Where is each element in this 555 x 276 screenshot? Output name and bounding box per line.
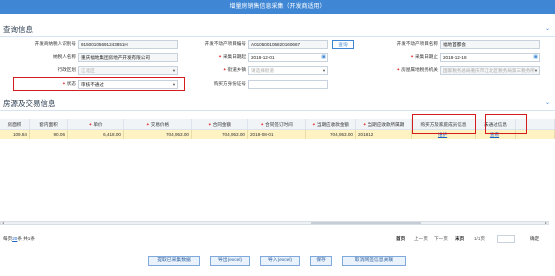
first-page-button[interactable]: 首页 xyxy=(396,236,405,242)
taxpayer-id-field[interactable]: 91500105691243851H xyxy=(78,40,178,49)
tax-office-label: 房屋属地税务机关 xyxy=(401,67,438,72)
tax-office-value: 国家税务总局重庆市江北区税务局第三税务所 xyxy=(443,68,535,73)
table-header: 房面积 xyxy=(0,119,30,130)
pagination-bar: 每页20条 共1条 首页 上一页 下一页 末页 1/1页 确定 xyxy=(0,235,555,245)
annotation-highlight-box xyxy=(13,77,185,91)
taxpayer-name-field[interactable]: 重庆福地集团房地产开发有限公司 xyxy=(78,53,178,62)
tax-office-select[interactable]: 国家税务总局重庆市江北区税务局第三税务所 ▼ xyxy=(440,66,540,75)
buyer-id-label: 购买方身份证号 xyxy=(213,81,246,86)
table-cell: 6,418.00 xyxy=(68,130,124,139)
page-size-info: 每页20条 共1条 xyxy=(3,236,35,241)
annotation-highlight-box xyxy=(485,114,527,134)
district-label: 行政区划 xyxy=(57,67,76,72)
import-excel-button[interactable]: 导入(excel) xyxy=(260,256,300,266)
table-header: ✦合同金额 xyxy=(192,119,248,130)
form-row-3: 行政区划 江北区 ▼ ✦街道乡镇 请选择街道 ▼ ✦房屋属地税务机关 国家税务总… xyxy=(0,66,555,77)
divider xyxy=(0,36,555,37)
dropdown-caret-icon: ▼ xyxy=(322,68,326,73)
table-cell: 2018-08-01 xyxy=(248,130,306,139)
calendar-icon[interactable]: ▣ xyxy=(533,54,538,61)
start-date-label: 采集日期起 xyxy=(223,54,246,59)
end-date-value: 2018-12-18 xyxy=(443,55,467,60)
project-no-field[interactable]: A010500105820160667 xyxy=(248,40,328,49)
scrollbar-thumb[interactable] xyxy=(311,222,421,224)
save-button[interactable]: 保存 xyxy=(310,256,332,266)
end-date-label: 采集日期止 xyxy=(415,54,438,59)
street-select[interactable]: 请选择街道 ▼ xyxy=(248,66,328,75)
scroll-left-arrow-icon[interactable]: ◂ xyxy=(2,220,4,225)
cancel-link-button[interactable]: 取消网签信息关联 xyxy=(342,256,406,266)
project-name-label: 开发不动产项目名称 xyxy=(396,41,438,46)
house-section-title: 房源及交易信息 xyxy=(3,99,56,108)
extract-data-button[interactable]: 提取已采集数据 xyxy=(148,256,200,266)
dropdown-caret-icon: ▼ xyxy=(172,68,176,73)
project-no-label: 开发不动产项目编号 xyxy=(204,41,246,46)
project-name-field[interactable]: 福地首都会 xyxy=(440,40,540,49)
table-cell: 201812 xyxy=(356,130,412,139)
start-date-value: 2018-12-01 xyxy=(251,55,275,60)
house-section-header: 房源及交易信息 ⌄ xyxy=(0,98,555,109)
prev-page-button[interactable]: 上一页 xyxy=(414,236,428,242)
street-placeholder: 请选择街道 xyxy=(251,68,274,73)
table-header: ✦交易价格 xyxy=(124,119,192,130)
scroll-right-arrow-icon[interactable]: ▸ xyxy=(545,220,547,225)
table-header: 套内面积 xyxy=(30,119,68,130)
table-cell: 704,953.00 xyxy=(124,130,192,139)
table-header: ✦单价 xyxy=(68,119,124,130)
next-page-button[interactable]: 下一页 xyxy=(434,236,448,242)
page-jump-input[interactable] xyxy=(497,235,515,243)
end-date-field[interactable]: 2018-12-18 ▣ xyxy=(440,53,540,62)
go-button[interactable]: 确定 xyxy=(530,236,539,242)
query-section-header: 查询信息 ⌄ xyxy=(0,24,555,35)
table-cell: 90.06 xyxy=(30,130,68,139)
form-row-1: 开发商纳税人识别号 91500105691243851H 开发不动产项目编号 A… xyxy=(0,40,555,51)
page-info: 1/1页 xyxy=(474,236,485,241)
query-section-title: 查询信息 xyxy=(3,25,33,34)
district-select[interactable]: 江北区 ▼ xyxy=(78,66,178,75)
query-button[interactable]: 查询 xyxy=(332,40,354,49)
last-page-button[interactable]: 末页 xyxy=(455,236,464,242)
table-header: ✦当期应收款金额 xyxy=(306,119,356,130)
taxpayer-id-label: 开发商纳税人识别号 xyxy=(34,41,76,46)
annotation-highlight-box xyxy=(412,114,476,134)
dropdown-caret-icon: ▼ xyxy=(534,68,538,73)
table-cell: 704,953.00 xyxy=(306,130,356,139)
table-header: ✦合同签订时间 xyxy=(248,119,306,130)
district-value: 江北区 xyxy=(81,68,95,73)
taxpayer-name-label: 纳税人名称 xyxy=(53,54,76,59)
collapse-chevron-icon[interactable]: ⌄ xyxy=(545,25,550,32)
table-cell: 704,953.00 xyxy=(192,130,248,139)
form-row-2: 纳税人名称 重庆福地集团房地产开发有限公司 ✦采集日期起 2018-12-01 … xyxy=(0,53,555,64)
export-excel-button[interactable]: 导出(excel) xyxy=(210,256,250,266)
horizontal-scrollbar[interactable]: ◂ ▸ xyxy=(0,220,549,225)
street-label: 街道乡镇 xyxy=(227,67,246,72)
table-cell: 109.84 xyxy=(0,130,30,139)
buyer-id-input[interactable] xyxy=(248,80,328,89)
window-title: 增量房销售信息采集（开发商适用） xyxy=(0,0,555,14)
calendar-icon[interactable]: ▣ xyxy=(321,54,326,61)
table-header: ✦当期应收款所属期 xyxy=(356,119,412,130)
divider xyxy=(0,110,555,111)
start-date-field[interactable]: 2018-12-01 ▣ xyxy=(248,53,328,62)
collapse-chevron-icon[interactable]: ⌄ xyxy=(545,99,550,106)
